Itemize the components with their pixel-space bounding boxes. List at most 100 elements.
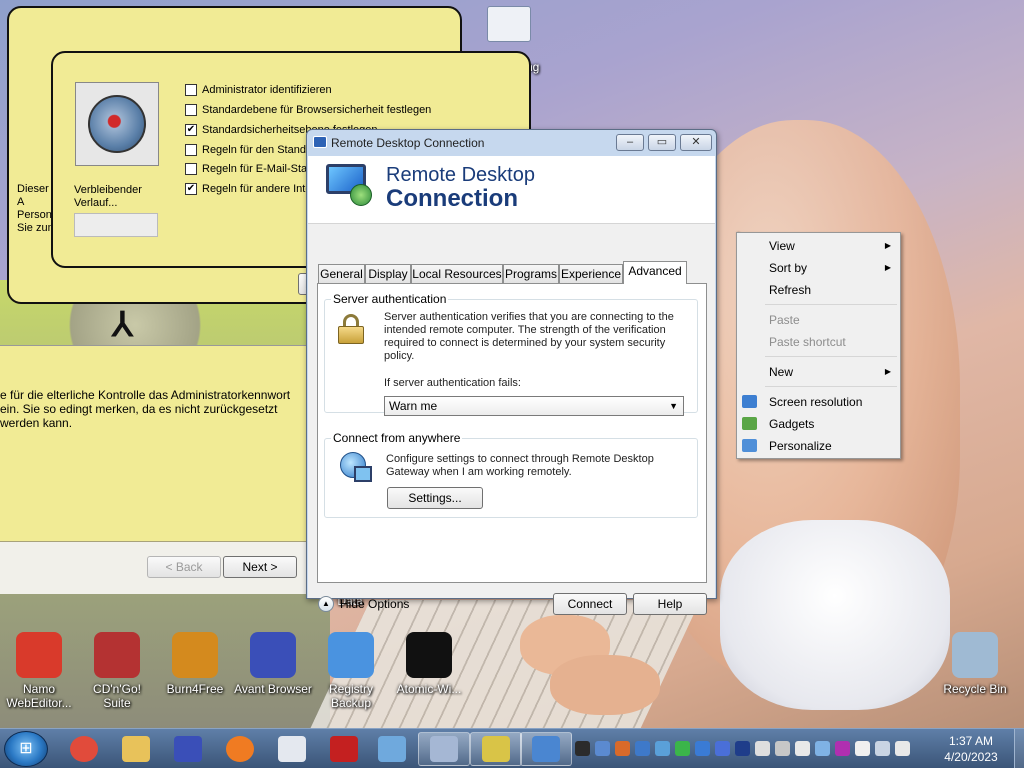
menu-item-label: Paste shortcut: [769, 335, 846, 349]
menu-separator: [765, 356, 897, 357]
gateway-icon: [340, 452, 374, 486]
taskbar-button[interactable]: [110, 732, 162, 766]
taskbar-button[interactable]: [58, 732, 110, 766]
menu-item-view[interactable]: View ▶: [737, 235, 900, 257]
tray-icon[interactable]: [815, 741, 830, 756]
tab-general[interactable]: General: [318, 264, 365, 283]
rubik-cube-icon: [16, 632, 62, 678]
checkbox-label: Standardebene für Browsersicherheit fest…: [202, 104, 432, 116]
hide-options-toggle[interactable]: ▲ Hide Options: [318, 596, 409, 612]
checkbox-row[interactable]: Regeln für den Standa: [185, 140, 312, 160]
lock-icon: [337, 314, 365, 344]
connect-anywhere-group: Connect from anywhere Configure settings…: [324, 431, 698, 518]
taskbar-button[interactable]: [266, 732, 318, 766]
film-icon: [330, 736, 358, 762]
help-button[interactable]: Help: [633, 593, 707, 615]
taskbar-button[interactable]: [214, 732, 266, 766]
minimize-button[interactable]: –: [616, 134, 644, 151]
desktop-icon-label: Recycle Bin: [943, 682, 1007, 696]
explorer-icon: [122, 736, 150, 762]
taskbar-button[interactable]: [470, 732, 522, 766]
checkbox-row[interactable]: Administrator identifizieren: [185, 80, 332, 100]
checkbox-row[interactable]: Standardebene für Browsersicherheit fest…: [185, 100, 431, 120]
maximize-button[interactable]: ▭: [648, 134, 676, 151]
auth-fail-label: If server authentication fails:: [384, 377, 521, 389]
tray-icon[interactable]: [875, 741, 890, 756]
clock[interactable]: 1:37 AM 4/20/2023: [930, 733, 1012, 765]
next-button[interactable]: Next >: [223, 556, 297, 578]
tray-icon[interactable]: [615, 741, 630, 756]
tray-icon[interactable]: [775, 741, 790, 756]
chrome-icon: [70, 736, 98, 762]
taskbar-button[interactable]: [520, 732, 572, 766]
tray-icon[interactable]: [795, 741, 810, 756]
firefox-icon: [226, 736, 254, 762]
gear-symbol: ⅄: [112, 306, 133, 344]
desktop-icon-label: Burn4Free: [166, 682, 224, 696]
auth-fail-select[interactable]: Warn me ▼: [384, 396, 684, 416]
tray-icon[interactable]: [635, 741, 650, 756]
checkbox-unchecked[interactable]: [185, 84, 197, 96]
tab-local-resources[interactable]: Local Resources: [411, 264, 503, 283]
checkbox-unchecked[interactable]: [185, 104, 197, 116]
auth-fail-selected: Warn me: [389, 399, 438, 413]
connect-button[interactable]: Connect: [553, 593, 627, 615]
remote-desktop-window: Remote Desktop Connection – ▭ ✕ Remote D…: [306, 129, 717, 615]
menu-item-gadgets[interactable]: Gadgets: [737, 413, 900, 435]
desktop-icon[interactable]: Avant Browser: [234, 632, 312, 696]
start-button[interactable]: ⊞: [4, 731, 48, 767]
checkbox-checked[interactable]: ✔: [185, 124, 197, 136]
burn4free-icon: [172, 632, 218, 678]
tray-icon[interactable]: [715, 741, 730, 756]
show-desktop-button[interactable]: [1014, 729, 1024, 768]
menu-item-personalize[interactable]: Personalize: [737, 435, 900, 457]
taskbar-button[interactable]: [162, 732, 214, 766]
connect-anywhere-description: Configure settings to connect through Re…: [386, 453, 654, 478]
desktop-icon[interactable]: CD'n'Go! Suite: [78, 632, 156, 710]
tray-icon[interactable]: [675, 741, 690, 756]
desktop-icon-top[interactable]: ng: [470, 6, 548, 74]
desktop-icon-label: Avant Browser: [234, 682, 312, 696]
tab-display[interactable]: Display: [365, 264, 411, 283]
registry-cubes-icon: [328, 632, 374, 678]
tray-icon[interactable]: [895, 741, 910, 756]
tray-icon[interactable]: [695, 741, 710, 756]
tab-experience[interactable]: Experience: [559, 264, 623, 283]
tray-icon[interactable]: [835, 741, 850, 756]
menu-item-sort-by[interactable]: Sort by ▶: [737, 257, 900, 279]
back-button[interactable]: < Back: [147, 556, 221, 578]
gadgets-icon: [742, 417, 757, 430]
tray-icon[interactable]: [735, 741, 750, 756]
checkbox-row[interactable]: ✔ Regeln für andere Inte: [185, 179, 311, 199]
menu-item-new[interactable]: New ▶: [737, 361, 900, 383]
tray-icon[interactable]: [755, 741, 770, 756]
tray-icon[interactable]: [595, 741, 610, 756]
menu-item-screen-resolution[interactable]: Screen resolution: [737, 391, 900, 413]
desktop-icon[interactable]: Recycle Bin: [936, 632, 1014, 696]
server-auth-group: Server authentication Server authenticat…: [324, 292, 698, 416]
tray-icon[interactable]: [575, 741, 590, 756]
remaining-history-field[interactable]: [74, 213, 158, 237]
desktop-icon[interactable]: Atomic-Wi...: [390, 632, 468, 696]
tray-icon[interactable]: [855, 741, 870, 756]
avant-browser-icon: [174, 736, 202, 762]
remote-desktop-icon: [532, 736, 560, 762]
checkbox-checked[interactable]: ✔: [185, 183, 197, 195]
desktop-icon[interactable]: Burn4Free: [156, 632, 234, 696]
tab-advanced[interactable]: Advanced: [623, 261, 687, 284]
taskbar-button[interactable]: [318, 732, 370, 766]
checkbox-unchecked[interactable]: [185, 144, 197, 156]
rdc-banner: Remote Desktop Connection: [308, 156, 715, 224]
taskbar-button[interactable]: [418, 732, 470, 766]
taskbar-button[interactable]: [366, 732, 418, 766]
desktop-icon[interactable]: Namo WebEditor...: [0, 632, 78, 710]
menu-item-refresh[interactable]: Refresh: [737, 279, 900, 301]
hide-options-label: Hide Options: [340, 597, 410, 611]
tab-programs[interactable]: Programs: [503, 264, 559, 283]
settings-button[interactable]: Settings...: [387, 487, 483, 509]
desktop-icon[interactable]: Registry Backup: [312, 632, 390, 710]
checkbox-row[interactable]: Regeln für E-Mail-Stan: [185, 159, 313, 179]
checkbox-unchecked[interactable]: [185, 163, 197, 175]
close-button[interactable]: ✕: [680, 134, 712, 151]
tray-icon[interactable]: [655, 741, 670, 756]
